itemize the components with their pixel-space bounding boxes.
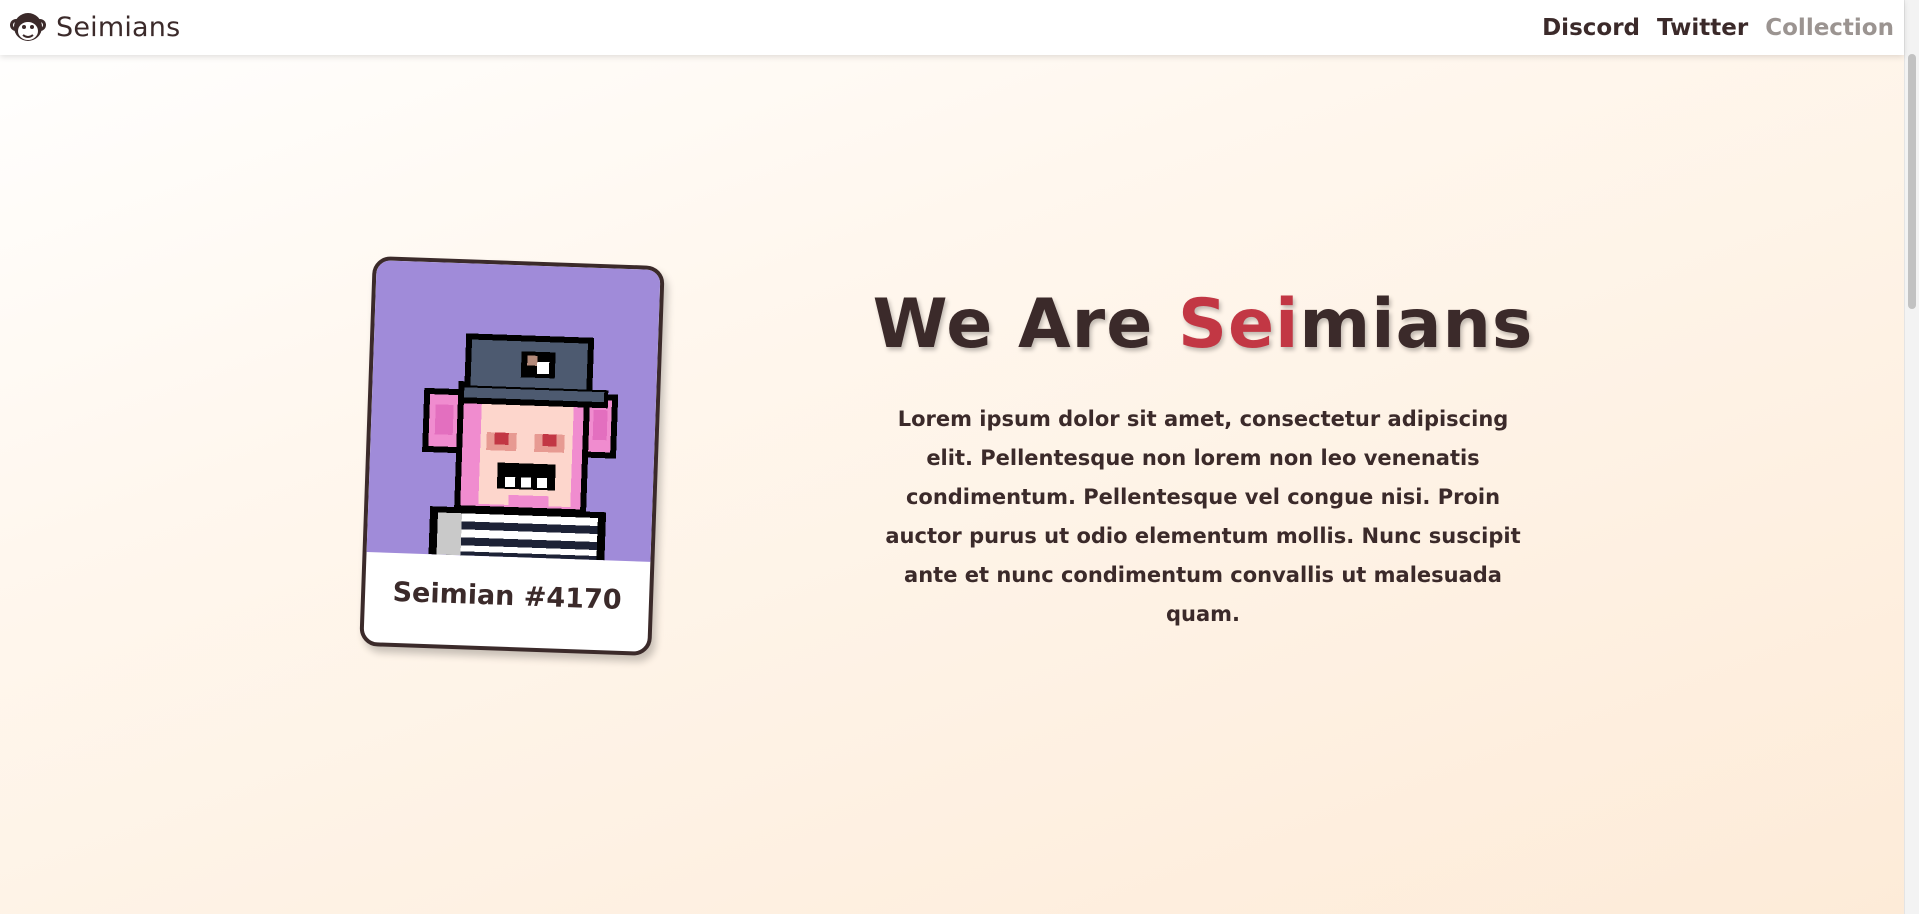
brand-home-link[interactable]: Seimians bbox=[0, 8, 180, 48]
nav-twitter-link[interactable]: Twitter bbox=[1657, 15, 1748, 41]
hero-description: Lorem ipsum dolor sit amet, consectetur … bbox=[885, 407, 1521, 626]
nft-image bbox=[366, 260, 661, 562]
main-nav: Discord Twitter Collection bbox=[1542, 15, 1904, 41]
pixel-monkey-art bbox=[422, 333, 619, 561]
monkey-head-icon bbox=[8, 8, 48, 48]
page-scrollbar[interactable] bbox=[1904, 0, 1919, 914]
hero-title-part1: We Are bbox=[872, 285, 1178, 364]
hero-title: We Are Seimians bbox=[860, 280, 1546, 370]
top-navbar: Seimians Discord Twitter Collection bbox=[0, 0, 1904, 55]
nav-collection-link[interactable]: Collection bbox=[1765, 15, 1894, 41]
hero-section: We Are Seimians Lorem ipsum dolor sit am… bbox=[860, 280, 1546, 634]
nft-card: Seimian #4170 bbox=[359, 256, 665, 656]
nft-card-label: Seimian #4170 bbox=[392, 576, 623, 616]
hero-title-part2: mians bbox=[1299, 285, 1534, 364]
hero-title-accent: Sei bbox=[1178, 285, 1300, 364]
scrollbar-thumb[interactable] bbox=[1908, 54, 1916, 309]
brand-name: Seimians bbox=[56, 12, 181, 43]
nav-discord-link[interactable]: Discord bbox=[1542, 15, 1640, 41]
